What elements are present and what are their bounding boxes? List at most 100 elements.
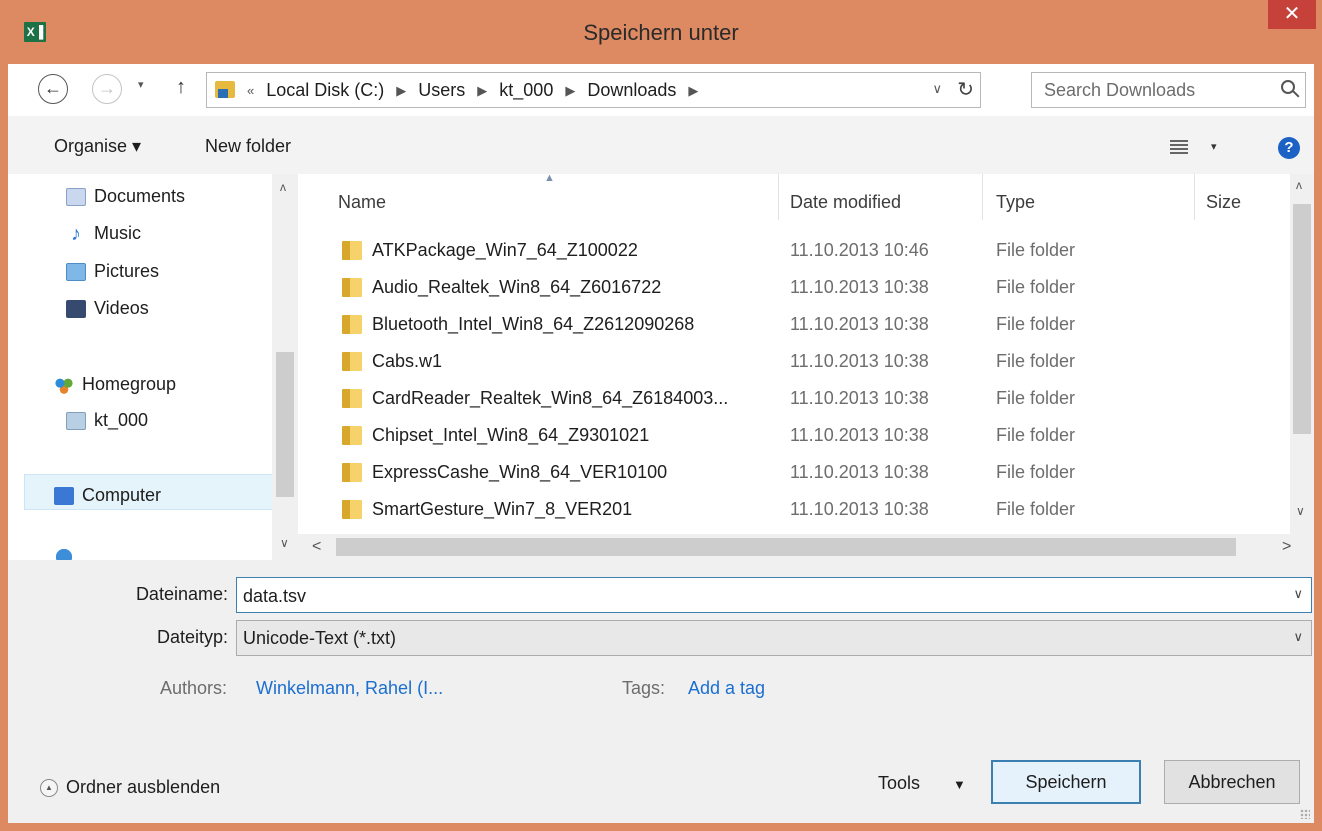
collapse-icon: ▲ xyxy=(40,778,58,797)
scroll-up-arrow[interactable]: ʌ xyxy=(1296,178,1302,192)
file-date: 11.10.2013 10:38 xyxy=(790,314,929,334)
search-icon[interactable] xyxy=(1281,80,1295,94)
file-date: 11.10.2013 10:38 xyxy=(790,499,929,519)
navpane-scrollbar[interactable]: ʌ ∨ xyxy=(272,174,298,560)
view-options-dropdown[interactable]: ▾ xyxy=(1211,140,1217,153)
column-divider[interactable] xyxy=(982,174,983,220)
breadcrumb-local-disk[interactable]: Local Disk (C:) xyxy=(266,80,384,101)
breadcrumb-separator-icon[interactable]: ▶ xyxy=(396,83,406,99)
nav-item-documents[interactable]: Documents xyxy=(66,186,185,207)
nav-item-label: Documents xyxy=(94,186,186,206)
nav-item-label: Videos xyxy=(94,298,149,318)
file-name: Audio_Realtek_Win8_64_Z6016722 xyxy=(372,277,662,297)
recent-locations-dropdown[interactable]: ▾ xyxy=(138,78,144,91)
filename-combobox[interactable]: ∨ xyxy=(236,577,1312,613)
folder-icon xyxy=(342,500,362,519)
address-history-dropdown[interactable]: ∨ xyxy=(932,81,942,97)
filelist-horizontal-scrollbar[interactable]: < > xyxy=(298,534,1314,560)
hide-folders-label: Ordner ausblenden xyxy=(66,777,221,797)
breadcrumb-kt-000[interactable]: kt_000 xyxy=(499,80,553,101)
title-bar: X▐ Speichern unter ✕ xyxy=(0,0,1322,64)
folder-icon xyxy=(342,389,362,408)
file-row[interactable]: ATKPackage_Win7_64_Z100022 11.10.2013 10… xyxy=(298,232,1290,269)
resize-grip[interactable] xyxy=(1300,809,1310,819)
search-input[interactable] xyxy=(1044,77,1264,103)
nav-item-computer[interactable]: Computer xyxy=(54,485,161,506)
scrollbar-thumb[interactable] xyxy=(336,538,1236,556)
new-folder-button[interactable]: New folder xyxy=(205,136,291,157)
videos-icon xyxy=(66,299,86,318)
file-date: 11.10.2013 10:38 xyxy=(790,425,929,445)
column-divider[interactable] xyxy=(778,174,779,220)
file-date: 11.10.2013 10:38 xyxy=(790,351,929,371)
file-date: 11.10.2013 10:46 xyxy=(790,240,929,260)
file-row[interactable]: CardReader_Realtek_Win8_64_Z6184003... 1… xyxy=(298,380,1290,417)
authors-value[interactable]: Winkelmann, Rahel (I... xyxy=(256,678,443,699)
scrollbar-thumb[interactable] xyxy=(1293,204,1311,434)
refresh-icon[interactable]: ↻ xyxy=(957,77,974,102)
add-tag-link[interactable]: Add a tag xyxy=(688,678,765,699)
help-icon[interactable]: ? xyxy=(1278,137,1300,159)
scroll-right-arrow[interactable]: > xyxy=(1282,538,1291,556)
breadcrumb-downloads[interactable]: Downloads xyxy=(587,80,676,101)
downloads-folder-icon xyxy=(215,81,235,98)
forward-button[interactable]: → xyxy=(92,74,122,104)
nav-item-network[interactable] xyxy=(54,548,74,560)
file-date: 11.10.2013 10:38 xyxy=(790,462,929,482)
scrollbar-thumb[interactable] xyxy=(276,352,294,497)
address-bar[interactable]: « Local Disk (C:) ▶ Users ▶ kt_000 ▶ Dow… xyxy=(206,72,981,108)
filelist-vertical-scrollbar[interactable]: ʌ ∨ xyxy=(1290,174,1314,534)
file-name: CardReader_Realtek_Win8_64_Z6184003... xyxy=(372,388,729,408)
nav-item-videos[interactable]: Videos xyxy=(66,298,149,319)
file-row[interactable]: Bluetooth_Intel_Win8_64_Z2612090268 11.1… xyxy=(298,306,1290,343)
cancel-button[interactable]: Abbrechen xyxy=(1164,760,1300,804)
filetype-select[interactable]: Unicode-Text (*.txt) ∨ xyxy=(236,620,1312,656)
file-name: Cabs.w1 xyxy=(372,351,443,371)
save-button[interactable]: Speichern xyxy=(991,760,1141,804)
back-button[interactable]: ← xyxy=(38,74,68,104)
column-divider[interactable] xyxy=(1194,174,1195,220)
scroll-down-arrow[interactable]: ∨ xyxy=(1296,504,1305,518)
documents-icon xyxy=(66,187,86,206)
navigation-bar: ← → ▾ ↑ « Local Disk (C:) ▶ Users ▶ kt_0… xyxy=(8,64,1314,116)
file-row[interactable]: Cabs.w1 11.10.2013 10:38 File folder xyxy=(298,343,1290,380)
file-row[interactable]: Audio_Realtek_Win8_64_Z6016722 11.10.201… xyxy=(298,269,1290,306)
organise-menu[interactable]: Organise ▾ xyxy=(54,136,141,157)
search-box[interactable] xyxy=(1031,72,1306,108)
file-type: File folder xyxy=(996,388,1076,408)
music-icon: ♪ xyxy=(66,224,86,244)
column-header-type[interactable]: Type xyxy=(996,192,1035,213)
column-header-name[interactable]: Name xyxy=(338,192,386,213)
close-button[interactable]: ✕ xyxy=(1268,0,1316,29)
scroll-left-arrow[interactable]: < xyxy=(312,538,321,556)
nav-item-pictures[interactable]: Pictures xyxy=(66,261,159,282)
chevron-down-icon[interactable]: ∨ xyxy=(1293,629,1303,645)
column-header-size[interactable]: Size xyxy=(1206,192,1241,213)
file-row[interactable]: ExpressCashe_Win8_64_VER10100 11.10.2013… xyxy=(298,454,1290,491)
up-button[interactable]: ↑ xyxy=(176,76,186,99)
breadcrumb-separator-icon[interactable]: ▶ xyxy=(565,83,575,99)
nav-item-kt-000[interactable]: kt_000 xyxy=(66,410,148,431)
scroll-up-arrow[interactable]: ʌ xyxy=(280,180,286,194)
breadcrumb-separator-icon[interactable]: ▶ xyxy=(477,83,487,99)
file-name: Chipset_Intel_Win8_64_Z9301021 xyxy=(372,425,650,445)
tags-label: Tags: xyxy=(622,678,666,698)
change-view-icon[interactable] xyxy=(1170,140,1188,154)
filename-input[interactable] xyxy=(243,583,1273,609)
scroll-down-arrow[interactable]: ∨ xyxy=(280,536,289,550)
tools-dropdown-icon[interactable]: ▼ xyxy=(953,777,966,792)
hide-folders-toggle[interactable]: ▲ Ordner ausblenden xyxy=(40,777,220,798)
nav-item-music[interactable]: ♪ Music xyxy=(66,223,141,244)
file-row[interactable]: Chipset_Intel_Win8_64_Z9301021 11.10.201… xyxy=(298,417,1290,454)
breadcrumb-users[interactable]: Users xyxy=(418,80,465,101)
nav-item-homegroup[interactable]: Homegroup xyxy=(54,374,176,395)
breadcrumb-overflow[interactable]: « xyxy=(247,83,254,98)
folder-icon xyxy=(342,463,362,482)
chevron-down-icon[interactable]: ∨ xyxy=(1293,586,1303,602)
column-header-date[interactable]: Date modified xyxy=(790,192,901,213)
folder-icon xyxy=(342,241,362,260)
file-row[interactable]: SmartGesture_Win7_8_VER201 11.10.2013 10… xyxy=(298,491,1290,528)
file-date: 11.10.2013 10:38 xyxy=(790,388,929,408)
tools-menu[interactable]: Tools xyxy=(878,773,920,794)
breadcrumb-separator-icon[interactable]: ▶ xyxy=(688,83,698,99)
